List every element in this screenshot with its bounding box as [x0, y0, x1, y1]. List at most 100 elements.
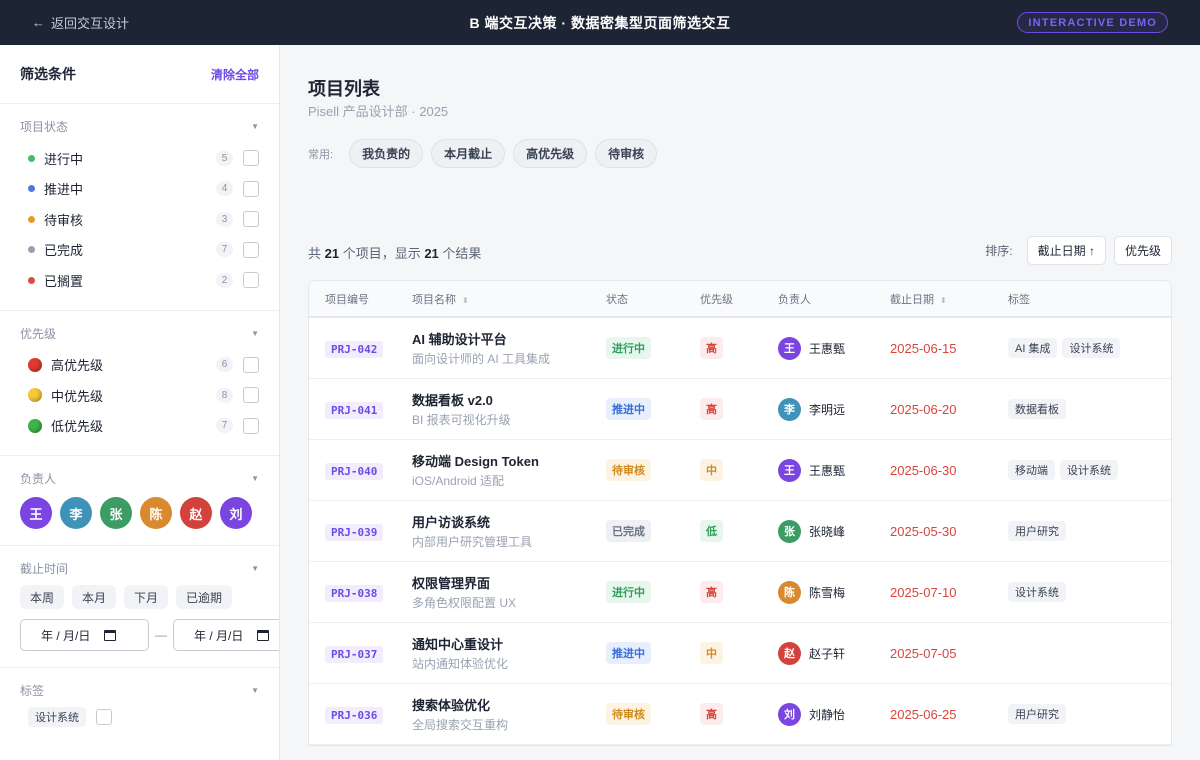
project-id: PRJ-037: [325, 645, 384, 663]
owner-avatar-button[interactable]: 赵: [180, 497, 212, 529]
quick-filter-chip[interactable]: 我负责的: [349, 139, 424, 168]
priority-filter-toggle[interactable]: 优先级 ▼: [20, 325, 259, 342]
owner-avatar-button[interactable]: 刘: [220, 497, 252, 529]
project-name: 移动端 Design Token: [412, 454, 539, 469]
deadline-filter-section: 截止时间 ▼ 本周 本月 下月 已逾期 年 / 月/日 — 年 / 月/日: [0, 546, 279, 668]
owner-name: 张晓峰: [809, 524, 846, 539]
date-to-text: 年 / 月/日: [194, 628, 244, 643]
deadline-chip[interactable]: 下月: [124, 585, 169, 609]
project-desc: 全局搜索交互重构: [412, 718, 509, 732]
table-row[interactable]: PRJ-041 数据看板 v2.0 BI 报表可视化升级 推进中高李李明远 2025-0…: [309, 379, 1171, 440]
top-bar: ← 返回交互设计 B 端交互决策 · 数据密集型页面筛选交互 INTERACTI…: [0, 0, 1200, 45]
summary-text: 共: [308, 246, 325, 261]
table-row[interactable]: PRJ-037 通知中心重设计 站内通知体验优化 推进中中赵赵子轩 2025-07-05: [309, 623, 1171, 684]
status-option[interactable]: 已搁置 2: [20, 265, 259, 296]
calendar-icon[interactable]: [104, 629, 117, 641]
cell-tags: 数据看板: [1008, 399, 1171, 419]
cell-name: AI 辅助设计平台 面向设计师的 AI 工具集成: [412, 329, 606, 367]
quick-filter-chip[interactable]: 本月截止: [431, 139, 506, 168]
owner-name: 赵子轩: [809, 646, 846, 661]
sort-icon: ⬍: [462, 295, 469, 305]
quick-filter-chip[interactable]: 待审核: [595, 139, 658, 168]
deadline-filter-toggle[interactable]: 截止时间 ▼: [20, 560, 259, 577]
column-header: 状态: [606, 293, 628, 306]
owner-avatar-button[interactable]: 王: [20, 497, 52, 529]
column-header-sortable[interactable]: 项目名称 ⬍: [412, 291, 606, 307]
due-date: 2025-06-15: [890, 340, 957, 356]
tag: 设计系统: [1060, 460, 1118, 480]
back-link[interactable]: ← 返回交互设计: [32, 0, 129, 45]
project-id: PRJ-036: [325, 706, 384, 724]
column-header-sortable[interactable]: 截止日期 ⬍: [890, 291, 1008, 307]
cell-id: PRJ-036: [309, 706, 412, 724]
calendar-icon[interactable]: [257, 629, 270, 641]
cell-due: 2025-06-30: [890, 463, 1008, 478]
tag-list: 移动端 设计系统: [1008, 460, 1171, 480]
status-option[interactable]: 进行中 5: [20, 143, 259, 174]
date-from-input[interactable]: 年 / 月/日: [20, 619, 149, 651]
tag-filter-toggle[interactable]: 标签 ▼: [20, 682, 259, 699]
cell-tags: 用户研究: [1008, 521, 1171, 541]
option-label: 推进中: [44, 182, 84, 198]
status-option[interactable]: 已完成 7: [20, 235, 259, 266]
status-checkbox[interactable]: [243, 150, 259, 167]
owner-name: 王惠甄: [809, 341, 846, 356]
table-row[interactable]: PRJ-038 权限管理界面 多角色权限配置 UX 进行中高陈陈雪梅 2025-07-1…: [309, 562, 1171, 623]
quick-filter-chip[interactable]: 高优先级: [513, 139, 588, 168]
priority-checkbox[interactable]: [243, 356, 259, 373]
priority-option[interactable]: 高优先级 6: [20, 350, 259, 381]
tag: 数据看板: [1008, 399, 1066, 419]
cell-status: 待审核: [606, 703, 700, 725]
deadline-chip[interactable]: 本周: [20, 585, 65, 609]
sort-button[interactable]: 优先级: [1113, 236, 1172, 265]
priority-checkbox[interactable]: [243, 417, 259, 434]
table-row[interactable]: PRJ-039 用户访谈系统 内部用户研究管理工具 已完成低张张晓峰 2025-05-3…: [309, 501, 1171, 562]
chevron-down-icon: ▼: [251, 686, 259, 695]
priority-checkbox[interactable]: [243, 387, 259, 404]
tag-checkbox[interactable]: [96, 709, 112, 725]
priority-option[interactable]: 低优先级 7: [20, 411, 259, 442]
date-range-separator: —: [155, 628, 167, 642]
owner-name: 王惠甄: [809, 463, 846, 478]
column-header: 优先级: [700, 293, 733, 306]
tag-filter-section: 标签 ▼ 设计系统: [0, 668, 279, 737]
table-row[interactable]: PRJ-036 搜索体验优化 全局搜索交互重构 待审核高刘刘静怡 2025-06-25 用…: [309, 684, 1171, 745]
status-option[interactable]: 待审核 3: [20, 204, 259, 235]
tag-option[interactable]: 设计系统: [20, 707, 259, 727]
sort-button[interactable]: 截止日期 ↑: [1026, 236, 1106, 265]
status-dot-icon: [28, 185, 35, 193]
status-filter-toggle[interactable]: 项目状态 ▼: [20, 118, 259, 135]
table-row[interactable]: PRJ-042 AI 辅助设计平台 面向设计师的 AI 工具集成 进行中高王王惠甄 20…: [309, 318, 1171, 379]
cell-id: PRJ-041: [309, 401, 412, 419]
date-to-input[interactable]: 年 / 月/日: [173, 619, 279, 651]
cell-id: PRJ-042: [309, 340, 412, 358]
owner-avatar-button[interactable]: 张: [100, 497, 132, 529]
deadline-chip[interactable]: 本月: [72, 585, 117, 609]
filter-title: 筛选条件: [20, 66, 76, 82]
status-checkbox[interactable]: [243, 272, 259, 289]
status-checkbox[interactable]: [243, 241, 259, 258]
option-label: 低优先级: [51, 419, 104, 435]
page-title: 项目列表: [308, 79, 380, 99]
quick-filter-label: 常用:: [308, 148, 334, 161]
project-id: PRJ-040: [325, 462, 384, 480]
owner-avatar-button[interactable]: 李: [60, 497, 92, 529]
deadline-chip[interactable]: 已逾期: [176, 585, 233, 609]
option-label: 已搁置: [44, 273, 84, 289]
cell-status: 进行中: [606, 581, 700, 603]
table-row[interactable]: PRJ-040 移动端 Design Token iOS/Android 适配 待审核…: [309, 440, 1171, 501]
owner: 王王惠甄: [778, 336, 890, 360]
owner-avatar-button[interactable]: 陈: [140, 497, 172, 529]
priority-option[interactable]: 中优先级 8: [20, 380, 259, 411]
status-checkbox[interactable]: [243, 180, 259, 197]
summary-text: 个项目，显示: [339, 246, 425, 261]
cell-id: PRJ-040: [309, 462, 412, 480]
demo-badge: INTERACTIVE DEMO: [1017, 12, 1168, 33]
tag: 移动端: [1008, 460, 1055, 480]
status-checkbox[interactable]: [243, 211, 259, 228]
clear-all-button[interactable]: 清除全部: [211, 66, 259, 83]
status-option[interactable]: 推进中 4: [20, 174, 259, 205]
owner-name: 刘静怡: [809, 707, 846, 722]
owner-filter-toggle[interactable]: 负责人 ▼: [20, 470, 259, 487]
cell-status: 已完成: [606, 520, 700, 542]
